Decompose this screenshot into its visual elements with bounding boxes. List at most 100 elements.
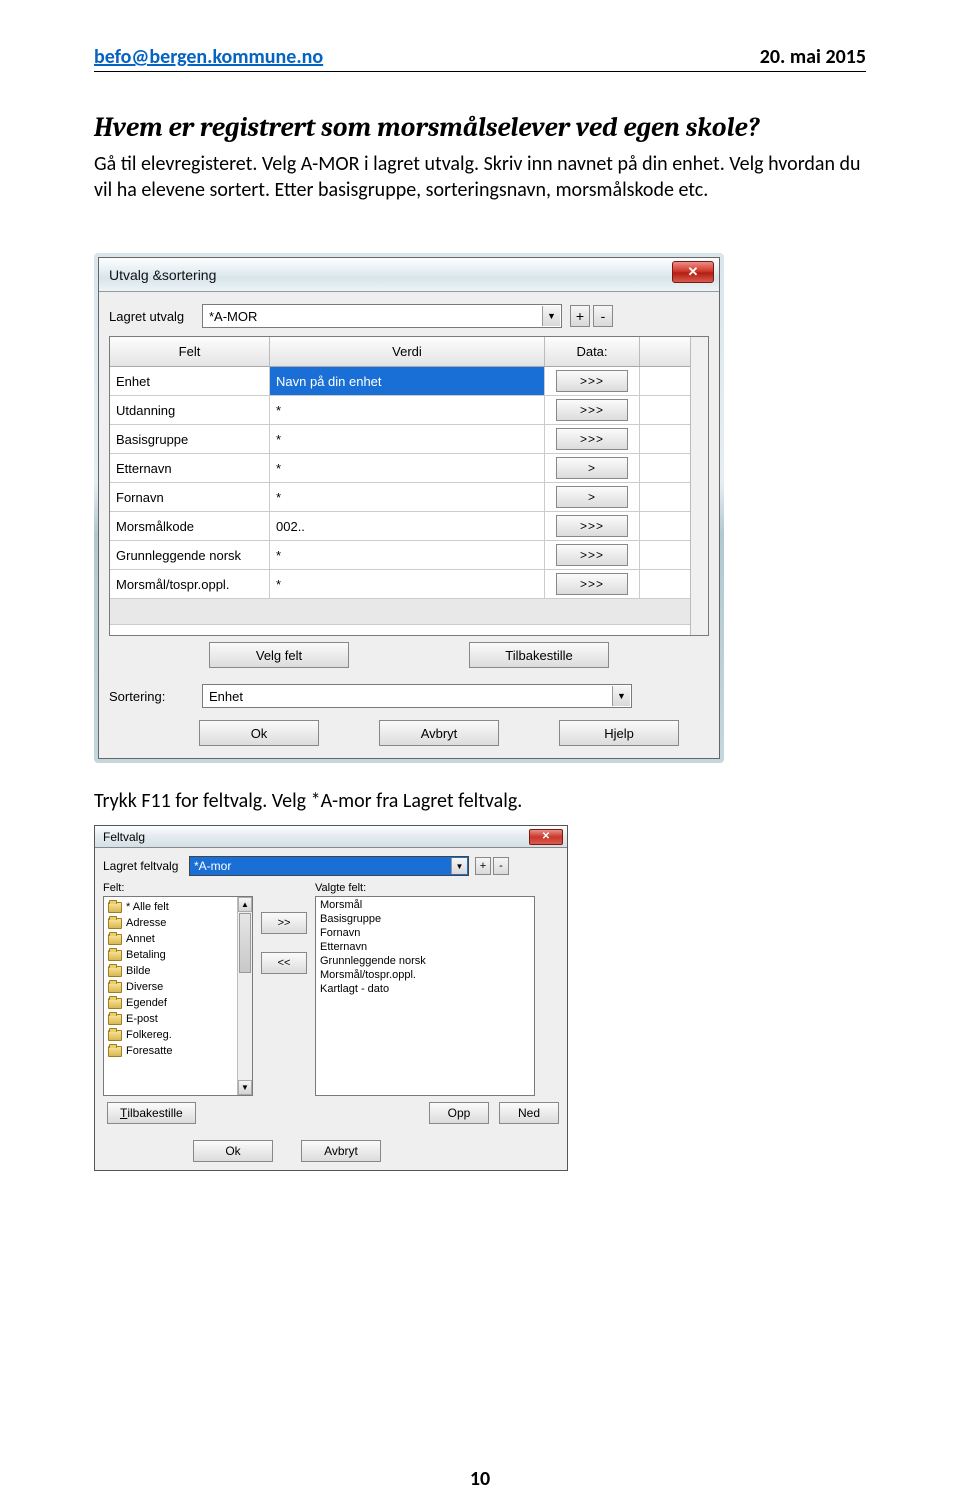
lagret-feltvalg-combo[interactable]: *A-mor ▼ — [189, 856, 469, 876]
list-item[interactable]: * Alle felt — [104, 899, 237, 915]
folder-icon — [108, 902, 122, 913]
tilbakestille-button[interactable]: Tilbakestille — [107, 1102, 196, 1124]
list-item[interactable]: Etternavn — [320, 941, 530, 955]
grid-empty-row — [110, 599, 690, 625]
list-item[interactable]: Kartlagt - dato — [320, 983, 530, 997]
scroll-down-icon[interactable]: ▼ — [238, 1080, 252, 1095]
list-item[interactable]: Bilde — [104, 963, 237, 979]
cell-verdi[interactable]: * — [270, 541, 545, 569]
tilbakestille-hotkey: T — [120, 1106, 127, 1120]
valgte-felt-listbox[interactable]: MorsmålBasisgruppeFornavnEtternavnGrunnl… — [315, 896, 535, 1096]
close-icon: ✕ — [688, 264, 699, 280]
list-item[interactable]: Morsmål — [320, 899, 530, 913]
grid-row[interactable]: Morsmålkode002.. >>> — [110, 512, 690, 541]
remove-feltvalg-button[interactable]: - — [493, 857, 509, 875]
cell-felt: Fornavn — [110, 483, 270, 511]
list-item[interactable]: Adresse — [104, 915, 237, 931]
list-item[interactable]: Egendef — [104, 995, 237, 1011]
grid-row[interactable]: Utdanning*>>> — [110, 396, 690, 425]
cell-data: >>> — [545, 570, 640, 598]
avbryt-button[interactable]: Avbryt — [301, 1140, 381, 1162]
grid-row[interactable]: Basisgruppe*>>> — [110, 425, 690, 454]
cell-verdi[interactable]: * — [270, 483, 545, 511]
data-button[interactable]: >>> — [556, 515, 628, 537]
lagret-utvalg-label: Lagret utvalg — [109, 309, 194, 324]
cell-verdi[interactable]: 002.. — [270, 512, 545, 540]
list-item[interactable]: Betaling — [104, 947, 237, 963]
folder-icon — [108, 982, 122, 993]
felt-scrollbar[interactable]: ▲ ▼ — [237, 897, 252, 1095]
grid-row[interactable]: Fornavn* > — [110, 483, 690, 512]
valgte-felt-label: Valgte felt: — [315, 882, 535, 894]
folder-icon — [108, 1030, 122, 1041]
ned-button[interactable]: Ned — [499, 1102, 559, 1124]
cell-data: >>> — [545, 512, 640, 540]
list-item[interactable]: Fornavn — [320, 927, 530, 941]
dialog-utvalg: Utvalg &sortering ✕ Lagret utvalg *A-MOR… — [94, 253, 724, 763]
cell-felt: Morsmål/tospr.oppl. — [110, 570, 270, 598]
lagret-utvalg-value: *A-MOR — [209, 309, 257, 324]
data-button[interactable]: >>> — [556, 399, 628, 421]
list-item[interactable]: Folkereg. — [104, 1027, 237, 1043]
scroll-thumb[interactable] — [239, 913, 251, 973]
lagret-utvalg-combo[interactable]: *A-MOR ▼ — [202, 304, 562, 328]
list-item[interactable]: Basisgruppe — [320, 913, 530, 927]
avbryt-button[interactable]: Avbryt — [379, 720, 499, 746]
cell-verdi[interactable]: * — [270, 454, 545, 482]
col-verdi-header: Verdi — [270, 337, 545, 366]
header-email-link[interactable]: befo@bergen.kommune.no — [94, 45, 323, 69]
cell-data: > — [545, 454, 640, 482]
folder-icon — [108, 1046, 122, 1057]
add-utvalg-button[interactable]: + — [570, 305, 590, 327]
grid-scrollbar[interactable] — [690, 337, 708, 635]
cell-verdi[interactable]: * — [270, 425, 545, 453]
dialog-feltvalg-title: Feltvalg — [103, 830, 145, 844]
list-item[interactable]: Annet — [104, 931, 237, 947]
col-data-header: Data: — [545, 337, 640, 366]
grid-row[interactable]: Morsmål/tospr.oppl.* >>> — [110, 570, 690, 599]
cell-data: >>> — [545, 396, 640, 424]
list-item[interactable]: Morsmål/tospr.oppl. — [320, 969, 530, 983]
col-felt-header: Felt — [110, 337, 270, 366]
close-button[interactable]: ✕ — [529, 829, 563, 845]
opp-button[interactable]: Opp — [429, 1102, 489, 1124]
add-feltvalg-button[interactable]: + — [475, 857, 491, 875]
cell-verdi[interactable]: * — [270, 570, 545, 598]
ok-button[interactable]: Ok — [199, 720, 319, 746]
sortering-combo[interactable]: Enhet ▼ — [202, 684, 632, 708]
cell-verdi[interactable]: * — [270, 396, 545, 424]
list-item-label: Folkereg. — [126, 1029, 172, 1041]
list-item[interactable]: E-post — [104, 1011, 237, 1027]
ok-button[interactable]: Ok — [193, 1140, 273, 1162]
data-button[interactable]: > — [556, 457, 628, 479]
list-item-label: Foresatte — [126, 1045, 172, 1057]
list-item[interactable]: Foresatte — [104, 1043, 237, 1059]
cell-felt: Morsmålkode — [110, 512, 270, 540]
felt-listbox[interactable]: * Alle felt Adresse AnnetBetalingBildeDive… — [103, 896, 253, 1096]
data-button[interactable]: > — [556, 486, 628, 508]
close-icon: ✕ — [542, 831, 550, 842]
intro-paragraph: Gå til elevregisteret. Velg A-MOR i lagr… — [94, 151, 866, 203]
grid-row[interactable]: Grunnleggende norsk*>>> — [110, 541, 690, 570]
data-button[interactable]: >>> — [556, 573, 628, 595]
add-field-button[interactable]: >> — [261, 912, 307, 934]
cell-verdi[interactable]: Navn på din enhet — [270, 367, 545, 395]
hjelp-button[interactable]: Hjelp — [559, 720, 679, 746]
header-divider — [94, 71, 866, 72]
tilbakestille-button[interactable]: Tilbakestille — [469, 642, 609, 668]
data-button[interactable]: >>> — [556, 428, 628, 450]
list-item-label: Adresse — [126, 917, 166, 929]
grid-row[interactable]: EnhetNavn på din enhet>>> — [110, 367, 690, 396]
list-item[interactable]: Grunnleggende norsk — [320, 955, 530, 969]
remove-field-button[interactable]: << — [261, 952, 307, 974]
scroll-up-icon[interactable]: ▲ — [238, 897, 252, 912]
data-button[interactable]: >>> — [556, 370, 628, 392]
list-item-label: Egendef — [126, 997, 167, 1009]
list-item[interactable]: Diverse — [104, 979, 237, 995]
remove-utvalg-button[interactable]: - — [593, 305, 613, 327]
grid-row[interactable]: Etternavn*> — [110, 454, 690, 483]
velg-felt-button[interactable]: Velg felt — [209, 642, 349, 668]
data-button[interactable]: >>> — [556, 544, 628, 566]
cell-data: >>> — [545, 541, 640, 569]
close-button[interactable]: ✕ — [672, 261, 714, 283]
